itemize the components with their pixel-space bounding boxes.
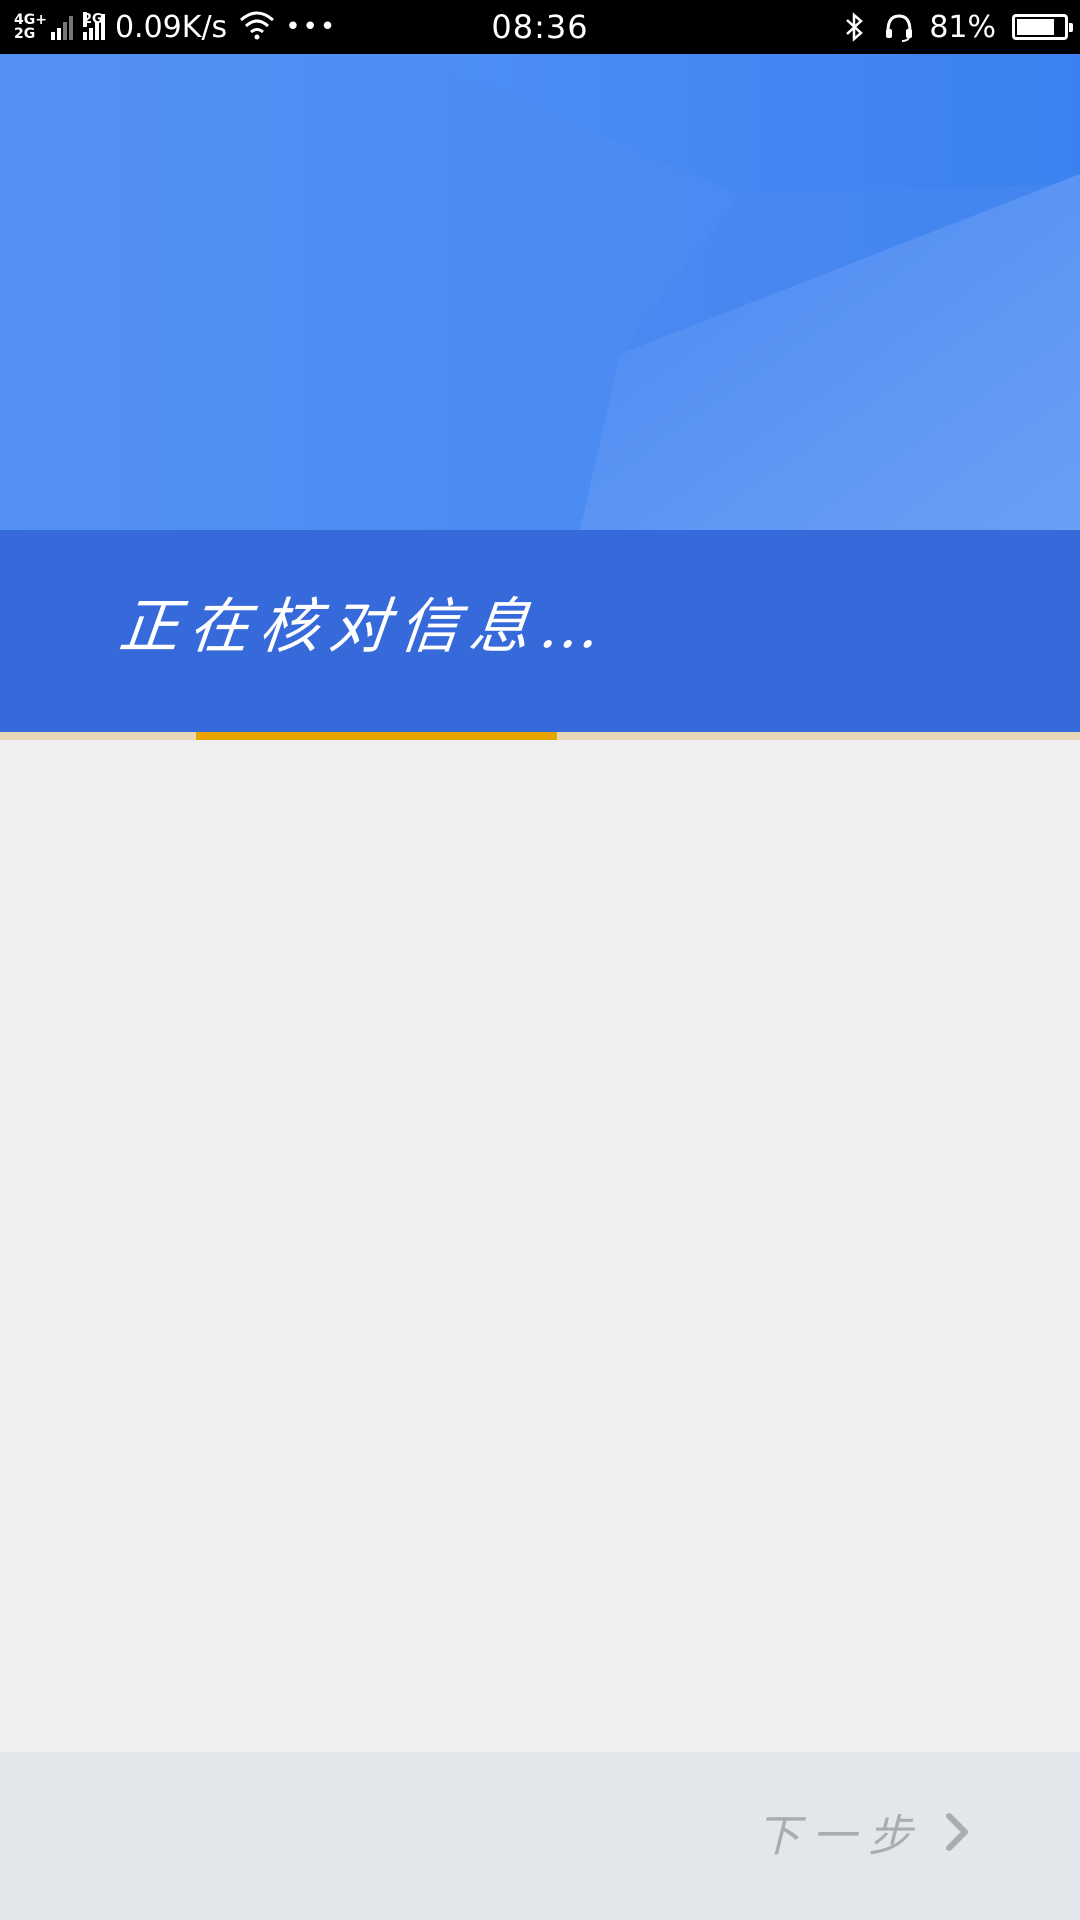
footer-bar: 下一步 (0, 1752, 1080, 1920)
hero-illustration (0, 54, 1080, 530)
status-left: 4G+ 2G 2G 0.09K/s ••• (14, 0, 337, 54)
verifying-info-text: 正在核对信息… (115, 592, 614, 662)
progress-bar-fill (196, 732, 557, 740)
network-speed: 0.09K/s (114, 9, 228, 45)
hero-background-shapes (0, 54, 1080, 530)
content-area (0, 740, 1080, 1752)
bluetooth-icon (843, 11, 867, 43)
next-step-button[interactable]: 下一步 (756, 1800, 970, 1864)
network-type-top: 4G+ (14, 12, 47, 28)
signal-1-icon (50, 14, 75, 40)
battery-icon (1012, 14, 1073, 40)
status-bar: 4G+ 2G 2G 0.09K/s ••• 08:36 81% (0, 0, 1080, 54)
status-banner: 正在核对信息… (0, 530, 1080, 732)
chevron-right-icon (944, 1812, 970, 1852)
next-step-label: 下一步 (756, 1811, 924, 1862)
signal-2-label: 2G (82, 12, 103, 27)
more-notifications-icon: ••• (285, 12, 338, 42)
progress-bar (0, 732, 1080, 740)
clock: 08:36 (491, 8, 589, 46)
wifi-icon (239, 10, 275, 44)
battery-level (1017, 19, 1055, 35)
network-type: 4G+ 2G (14, 13, 47, 41)
headset-icon (883, 11, 915, 43)
status-right: 81% (827, 0, 1073, 54)
battery-percent: 81% (929, 9, 996, 45)
signal-2-icon: 2G (82, 12, 107, 40)
network-type-bottom: 2G (14, 26, 36, 42)
